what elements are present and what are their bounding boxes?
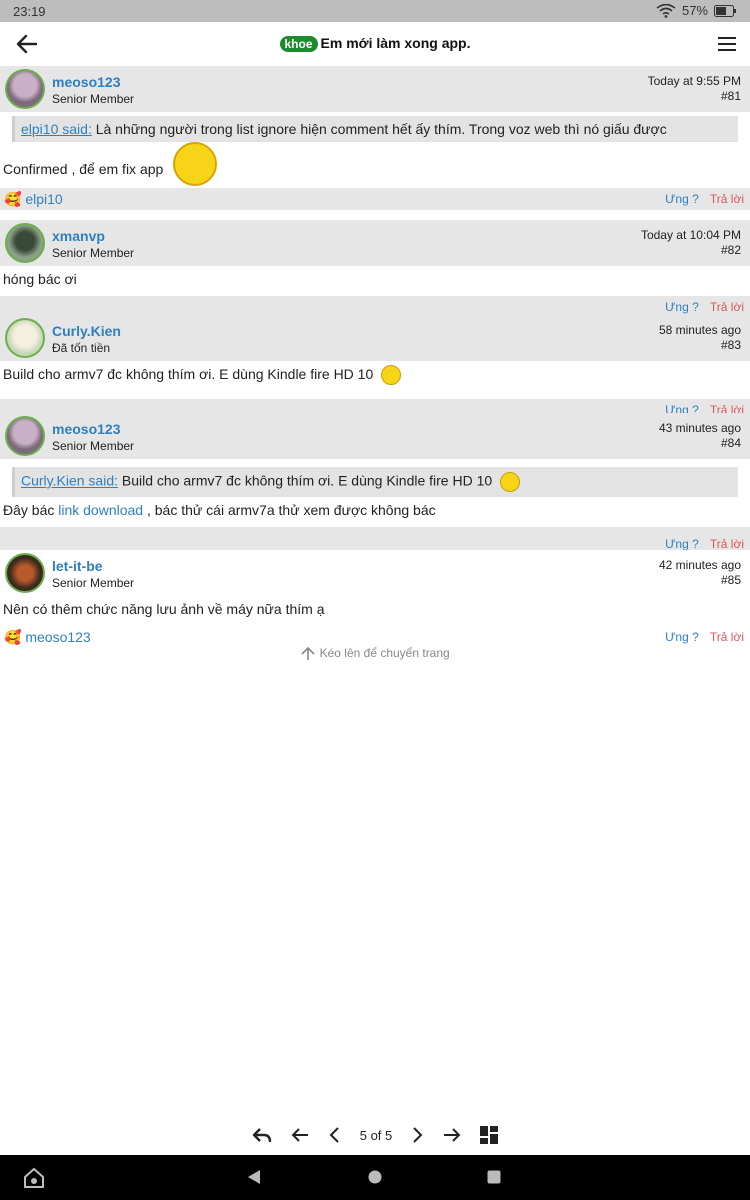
reaction-list[interactable]: 🥰 meoso123	[4, 629, 91, 646]
post-number[interactable]: #85	[721, 573, 741, 587]
prev-page-chevron-icon[interactable]	[328, 1126, 342, 1144]
post-number[interactable]: #84	[721, 436, 741, 450]
arrow-up-icon	[301, 646, 315, 660]
post-user-role: Đã tốn tiền	[52, 341, 111, 355]
avatar[interactable]	[5, 553, 45, 593]
post-header: Curly.Kien Đã tốn tiền 58 minutes ago #8…	[0, 315, 750, 361]
post-time: Today at 9:55 PM	[647, 74, 741, 88]
avatar[interactable]	[5, 223, 45, 263]
status-bar: 23:19 57%	[0, 0, 750, 22]
download-link[interactable]: link download	[58, 502, 143, 518]
accessibility-home-icon[interactable]	[23, 1167, 45, 1189]
post-text: Build cho armv7 đc không thím ơi. E dùng…	[3, 366, 374, 382]
like-button[interactable]: Ưng ?	[665, 192, 699, 206]
post-83: Curly.Kien Đã tốn tiền 58 minutes ago #8…	[0, 315, 750, 421]
pagination-bar: 5 of 5	[0, 1120, 750, 1150]
post-username[interactable]: meoso123	[52, 421, 120, 437]
next-page-chevron-icon[interactable]	[410, 1126, 424, 1144]
post-time: Today at 10:04 PM	[640, 228, 741, 242]
post-body: hóng bác ơi	[0, 266, 750, 296]
battery-percent: 57%	[681, 3, 708, 18]
reply-button[interactable]: Trả lời	[710, 630, 744, 644]
thread-title-text: Em mới làm xong app.	[320, 35, 471, 51]
post-number[interactable]: #83	[721, 338, 741, 352]
post-username[interactable]: xmanvp	[52, 228, 105, 244]
nav-recents-icon[interactable]	[486, 1169, 502, 1185]
post-81: meoso123 Senior Member Today at 9:55 PM …	[0, 66, 750, 210]
post-header: xmanvp Senior Member Today at 10:04 PM #…	[0, 220, 750, 266]
reaction-user[interactable]: meoso123	[25, 629, 90, 645]
reply-button[interactable]: Trả lời	[710, 300, 744, 314]
worried-emoji-icon	[500, 472, 521, 492]
post-text-pre: Đây bác	[3, 502, 59, 518]
like-button[interactable]: Ưng ?	[665, 537, 699, 551]
post-quote: Curly.Kien said: Build cho armv7 đc khôn…	[12, 467, 738, 497]
status-time: 23:19	[13, 4, 46, 19]
quote-text: Build cho armv7 đc không thím ơi. E dùng…	[118, 472, 493, 489]
reaction-list[interactable]: 🥰 elpi10	[4, 191, 63, 208]
post-body: Build cho armv7 đc không thím ơi. E dùng…	[0, 361, 750, 399]
post-username[interactable]: let-it-be	[52, 558, 103, 574]
post-text-post: , bác thử cái armv7a thử xem được không …	[143, 502, 436, 518]
post-user-role: Senior Member	[52, 576, 135, 590]
reply-button[interactable]: Trả lời	[710, 537, 744, 551]
grin-emoji-icon	[173, 142, 218, 187]
pull-hint-text: Kéo lên để chuyển trang	[319, 646, 450, 661]
nav-home-icon[interactable]	[367, 1169, 383, 1185]
post-time: 43 minutes ago	[658, 421, 741, 435]
post-text: hóng bác ơi	[3, 271, 77, 287]
post-82: xmanvp Senior Member Today at 10:04 PM #…	[0, 220, 750, 318]
post-header: let-it-be Senior Member 42 minutes ago #…	[0, 550, 750, 596]
like-button[interactable]: Ưng ?	[665, 630, 699, 644]
avatar[interactable]	[5, 69, 45, 109]
post-text: Nên có thêm chức năng lưu ảnh về máy nữa…	[3, 601, 325, 617]
post-time: 42 minutes ago	[658, 558, 741, 572]
post-body: Đây bác link download , bác thử cái armv…	[0, 497, 750, 527]
post-text: Confirmed , để em fix app	[3, 161, 164, 177]
grid-view-icon[interactable]	[480, 1126, 499, 1144]
post-footer: 🥰 elpi10 Ưng ? Trả lời	[0, 188, 750, 210]
pull-hint: Kéo lên để chuyển trang	[0, 646, 750, 662]
post-header: meoso123 Senior Member Today at 9:55 PM …	[0, 66, 750, 112]
last-page-arrow-icon[interactable]	[442, 1126, 462, 1144]
post-85: let-it-be Senior Member 42 minutes ago #…	[0, 550, 750, 648]
avatar[interactable]	[5, 416, 45, 456]
post-user-role: Senior Member	[52, 439, 135, 453]
wifi-icon	[656, 3, 676, 18]
avatar[interactable]	[5, 318, 45, 358]
post-footer: 🥰 meoso123 Ưng ? Trả lời	[0, 626, 750, 648]
app-bar: khoe Em mới làm xong app.	[0, 22, 750, 66]
system-nav-bar	[0, 1155, 750, 1200]
post-user-role: Senior Member	[52, 92, 135, 106]
post-84: meoso123 Senior Member 43 minutes ago #8…	[0, 413, 750, 561]
worried-emoji-icon	[381, 365, 402, 386]
post-body: Nên có thêm chức năng lưu ảnh về máy nữa…	[0, 596, 750, 626]
post-username[interactable]: meoso123	[52, 74, 120, 90]
post-username[interactable]: Curly.Kien	[52, 323, 121, 339]
first-page-arrow-icon[interactable]	[290, 1126, 310, 1144]
like-button[interactable]: Ưng ?	[665, 300, 699, 314]
post-number[interactable]: #81	[721, 89, 741, 103]
post-body: Confirmed , để em fix app	[0, 142, 750, 188]
post-user-role: Senior Member	[52, 246, 135, 260]
thread-title: khoe Em mới làm xong app.	[0, 35, 750, 52]
reply-icon[interactable]	[252, 1126, 272, 1144]
reply-button[interactable]: Trả lời	[710, 192, 744, 206]
post-number[interactable]: #82	[721, 243, 741, 257]
thread-tag[interactable]: khoe	[279, 36, 318, 52]
battery-icon	[714, 4, 736, 17]
post-quote: elpi10 said: Là những người trong list i…	[12, 116, 738, 142]
quote-text: Là những người trong list ignore hiện co…	[91, 121, 667, 137]
reaction-user[interactable]: elpi10	[25, 191, 62, 207]
post-time: 58 minutes ago	[658, 323, 741, 337]
post-header: meoso123 Senior Member 43 minutes ago #8…	[0, 413, 750, 459]
nav-back-icon[interactable]	[246, 1169, 262, 1185]
quote-author-link[interactable]: Curly.Kien said:	[21, 473, 118, 489]
menu-icon[interactable]	[716, 34, 738, 54]
page-indicator[interactable]: 5 of 5	[360, 1128, 393, 1143]
quote-author-link[interactable]: elpi10 said:	[21, 121, 92, 137]
